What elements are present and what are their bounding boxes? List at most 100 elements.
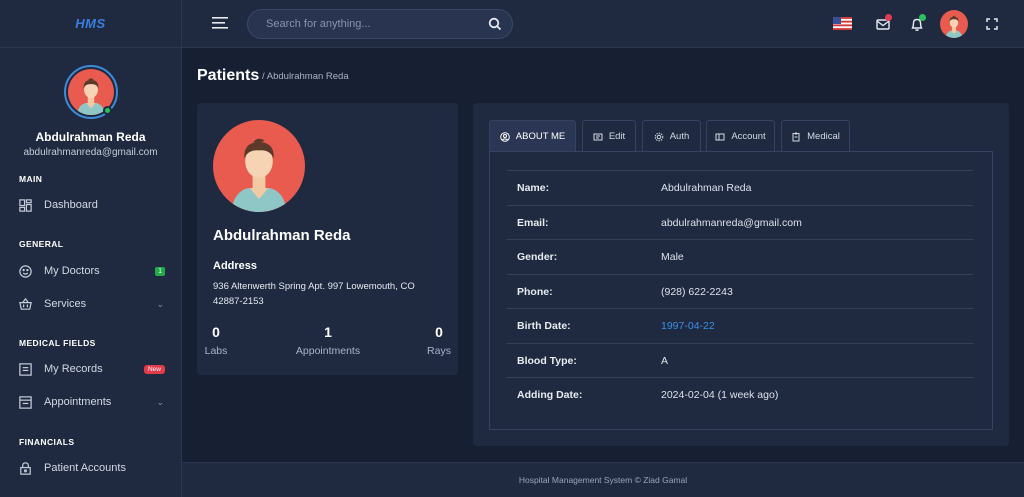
stat-label: Labs [204, 345, 228, 357]
info-row-adding-date: Adding Date: 2024-02-04 (1 week ago) [507, 377, 973, 411]
address-title: Address [213, 260, 258, 272]
info-row-blood-type: Blood Type: A [507, 343, 973, 377]
section-title-medical: MEDICAL FIELDS [19, 338, 96, 348]
tab-label: ABOUT ME [515, 131, 566, 142]
edit-icon [593, 133, 603, 140]
sidebar-item-label: Appointments [44, 396, 112, 408]
section-title-general: GENERAL [19, 239, 64, 249]
tab-about-me[interactable]: ABOUT ME [489, 120, 576, 152]
mail-icon[interactable] [874, 14, 892, 33]
sidebar-user-email: abdulrahmanreda@gmail.com [23, 147, 158, 158]
tab-edit[interactable]: Edit [582, 120, 636, 152]
tab-label: Medical [807, 131, 840, 142]
tab-label: Auth [669, 131, 690, 142]
sidebar-item-services[interactable]: Services ⌄ [0, 291, 181, 317]
search-input[interactable] [266, 10, 481, 38]
info-label: Email: [517, 216, 549, 229]
search-icon[interactable] [488, 17, 502, 31]
info-value: abdulrahmanreda@gmail.com [661, 216, 802, 229]
info-row-email: Email: abdulrahmanreda@gmail.com [507, 205, 973, 239]
info-label: Adding Date: [517, 388, 583, 401]
stat-value: 0 [212, 324, 220, 340]
sidebar-item-patient-accounts[interactable]: Patient Accounts [0, 455, 181, 481]
sidebar-item-my-doctors[interactable]: My Doctors 1 [0, 258, 181, 284]
calendar-icon [18, 395, 33, 410]
sidebar-item-label: Services [44, 298, 87, 310]
sidebar-item-label: My Doctors [44, 265, 100, 277]
lock-icon [18, 461, 33, 476]
clipboard-icon [792, 132, 800, 141]
grid-icon [18, 198, 33, 213]
topbar [182, 0, 1024, 48]
footer-text: Hospital Management System © Ziad Gamal [518, 475, 688, 485]
page-title: Patients [197, 67, 260, 84]
gear-icon [654, 132, 664, 141]
search-box [247, 9, 513, 39]
user-avatar[interactable] [940, 10, 968, 38]
section-title-main: MAIN [19, 174, 43, 184]
sidebar-profile: Abdulrahman Reda abdulrahmanreda@gmail.c… [0, 48, 181, 158]
new-badge: New [143, 364, 165, 374]
stat-labs: 0 Labs [203, 324, 229, 357]
info-value: Abdulrahman Reda [661, 181, 752, 194]
details-card: ABOUT ME Edit Auth Account Medical Name:… [473, 103, 1009, 446]
tab-medical[interactable]: Medical [781, 120, 850, 152]
info-label: Gender: [517, 250, 558, 263]
breadcrumb: / Abdulrahman Reda [262, 71, 349, 82]
stat-rays: 0 Rays [426, 324, 452, 357]
info-row-gender: Gender: Male [507, 239, 973, 273]
smile-icon [18, 264, 33, 279]
us-flag-icon[interactable] [833, 17, 852, 30]
app-logo[interactable]: HMS [75, 16, 105, 31]
logo-bar: HMS [0, 0, 181, 48]
info-label: Blood Type: [517, 354, 577, 367]
fullscreen-icon[interactable] [983, 15, 1001, 33]
stat-appointments: 1 Appointments [291, 324, 365, 357]
profile-card: Abdulrahman Reda Address 936 Altenwerth … [197, 103, 458, 375]
bell-notification-dot [919, 14, 926, 21]
basket-icon [18, 297, 33, 312]
info-value: A [661, 354, 669, 367]
sidebar-item-appointments[interactable]: Appointments ⌄ [0, 389, 181, 415]
chevron-down-icon: ⌄ [156, 298, 164, 309]
list-icon [18, 362, 33, 377]
tab-label: Edit [608, 131, 626, 142]
online-status-dot [102, 106, 112, 115]
wallet-icon [715, 133, 725, 140]
info-value: Male [661, 250, 684, 263]
info-label: Birth Date: [517, 319, 571, 332]
sidebar: HMS Abdulrahman Reda abdulrahmanreda@gma… [0, 0, 182, 497]
avatar[interactable] [63, 65, 118, 119]
info-row-birth-date: Birth Date: 1997-04-22 [507, 308, 973, 342]
info-value: (928) 622-2243 [661, 285, 733, 298]
profile-name: Abdulrahman Reda [213, 227, 351, 244]
section-title-financials: FINANCIALS [19, 437, 75, 447]
tab-auth[interactable]: Auth [642, 120, 701, 152]
bell-icon[interactable] [908, 14, 926, 33]
sidebar-user-name: Abdulrahman Reda [35, 130, 146, 144]
info-value: 2024-02-04 (1 week ago) [661, 388, 779, 401]
count-badge: 1 [155, 266, 165, 276]
stat-label: Rays [427, 345, 451, 357]
sidebar-item-label: Dashboard [44, 199, 98, 211]
menu-icon[interactable] [212, 16, 229, 30]
about-me-panel: Name: Abdulrahman Reda Email: abdulrahma… [489, 151, 993, 430]
chevron-down-icon: ⌄ [156, 396, 164, 407]
info-row-phone: Phone: (928) 622-2243 [507, 274, 973, 308]
mail-notification-dot [885, 14, 892, 21]
profile-avatar [213, 120, 305, 212]
info-label: Phone: [517, 285, 553, 298]
tab-account[interactable]: Account [706, 120, 775, 152]
address-text: 936 Altenwerth Spring Apt. 997 Lowemouth… [213, 281, 415, 307]
sidebar-item-label: Patient Accounts [44, 462, 126, 474]
stat-value: 1 [324, 324, 332, 340]
footer: Hospital Management System © Ziad Gamal [182, 462, 1024, 497]
info-label: Name: [517, 181, 550, 194]
birth-date-link[interactable]: 1997-04-22 [661, 320, 715, 332]
tab-label: Account [731, 131, 766, 142]
sidebar-item-dashboard[interactable]: Dashboard [0, 192, 181, 218]
user-icon [499, 131, 510, 142]
sidebar-item-my-records[interactable]: My Records New [0, 356, 181, 382]
info-row-name: Name: Abdulrahman Reda [507, 170, 973, 204]
stat-value: 0 [435, 324, 443, 340]
